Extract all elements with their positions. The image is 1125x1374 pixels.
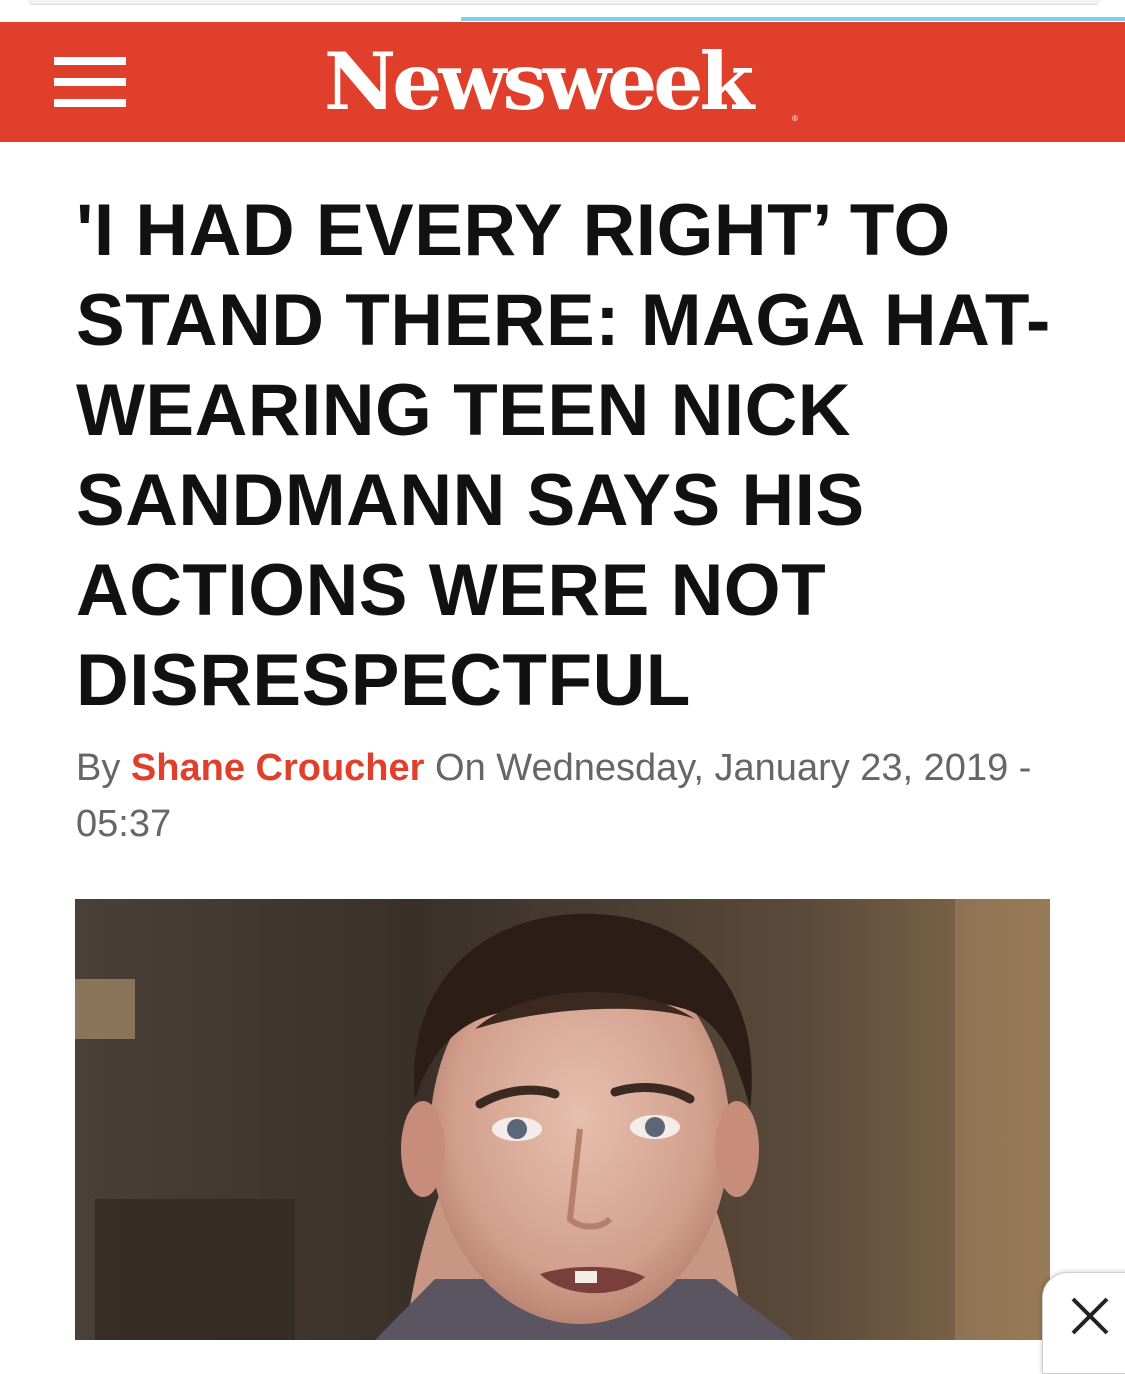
browser-chrome	[0, 0, 1125, 22]
article-headline: 'I HAD EVERY RIGHT’ TO STAND THERE: MAGA…	[76, 190, 1051, 721]
close-icon	[1071, 1297, 1109, 1335]
logo-trademark: ®	[792, 114, 798, 123]
site-header: Newsweek ®	[0, 22, 1125, 142]
article-photo[interactable]	[75, 899, 1050, 1340]
byline-prefix: By	[76, 747, 121, 789]
article-byline: By Shane Croucher On Wednesday, January …	[76, 740, 1036, 852]
close-ad-button[interactable]	[1042, 1272, 1125, 1374]
author-link[interactable]: Shane Croucher	[131, 747, 425, 789]
photo-illustration	[75, 899, 1050, 1340]
hamburger-menu-icon[interactable]	[54, 57, 126, 107]
address-bar-edge[interactable]	[28, 0, 1100, 5]
page-load-progress-bar	[461, 17, 1125, 21]
newsweek-logo[interactable]: Newsweek	[324, 36, 754, 128]
